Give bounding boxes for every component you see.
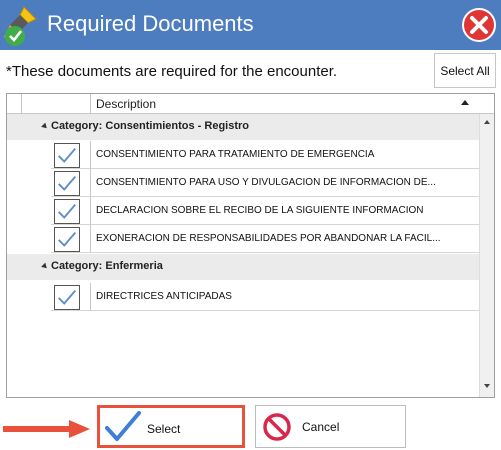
table-row[interactable]: DIRECTRICES ANTICIPADAS xyxy=(7,283,479,311)
table-row[interactable]: EXONERACION DE RESPONSABILIDADES POR ABA… xyxy=(7,225,479,253)
required-notice: *These documents are required for the en… xyxy=(6,63,338,80)
checkbox-checked[interactable] xyxy=(54,143,80,168)
sort-ascending-icon xyxy=(461,100,469,105)
title-bar: Required Documents xyxy=(0,0,501,50)
collapse-caret-icon[interactable] xyxy=(41,122,49,131)
table-row[interactable]: CONSENTIMIENTO PARA USO Y DIVULGACION DE… xyxy=(7,169,479,197)
table-row[interactable]: DECLARACION SOBRE EL RECIBO DE LA SIGUIE… xyxy=(7,197,479,225)
select-all-button[interactable]: Select All xyxy=(434,53,496,88)
scroll-down-icon[interactable] xyxy=(484,384,490,388)
select-button[interactable]: Select xyxy=(97,405,245,448)
vertical-scrollbar[interactable] xyxy=(479,114,494,397)
cancel-button[interactable]: Cancel xyxy=(255,405,406,448)
table-row[interactable]: CONSENTIMIENTO PARA TRATAMIENTO DE EMERG… xyxy=(7,141,479,169)
checkmark-icon xyxy=(105,411,141,441)
category-row[interactable]: Category: Consentimientos - Registro xyxy=(7,114,479,140)
checkbox-checked[interactable] xyxy=(54,171,80,196)
scroll-up-icon[interactable] xyxy=(484,120,490,124)
category-label: Category: Consentimientos - Registro xyxy=(51,120,250,132)
documents-grid: Description Category: Consentimientos - … xyxy=(6,93,495,398)
document-description: DIRECTRICES ANTICIPADAS xyxy=(96,291,232,302)
document-description: CONSENTIMIENTO PARA USO Y DIVULGACION DE… xyxy=(96,177,436,188)
header-description-label: Description xyxy=(96,97,157,111)
pointer-arrow-icon xyxy=(3,420,90,438)
grid-header: Description xyxy=(7,94,494,114)
document-description: EXONERACION DE RESPONSABILIDADES POR ABA… xyxy=(96,233,441,244)
checkbox-checked[interactable] xyxy=(54,199,80,224)
category-row[interactable]: Category: Enfermeria xyxy=(7,254,479,280)
collapse-caret-icon[interactable] xyxy=(41,262,49,271)
cancel-button-label: Cancel xyxy=(302,420,340,434)
header-check-cell[interactable] xyxy=(22,94,91,113)
cancel-icon xyxy=(263,413,291,441)
category-label: Category: Enfermeria xyxy=(51,260,163,272)
brush-icon xyxy=(4,6,37,46)
close-icon[interactable] xyxy=(460,6,498,44)
window-title: Required Documents xyxy=(47,11,254,36)
checkbox-checked[interactable] xyxy=(54,227,80,252)
header-description[interactable]: Description xyxy=(91,94,479,113)
document-description: DECLARACION SOBRE EL RECIBO DE LA SIGUIE… xyxy=(96,205,424,216)
document-description: CONSENTIMIENTO PARA TRATAMIENTO DE EMERG… xyxy=(96,149,375,160)
select-button-label: Select xyxy=(147,422,181,436)
dialog-footer: Select Cancel xyxy=(0,400,501,450)
checkbox-checked[interactable] xyxy=(54,285,80,310)
header-indent-cell xyxy=(7,94,22,113)
